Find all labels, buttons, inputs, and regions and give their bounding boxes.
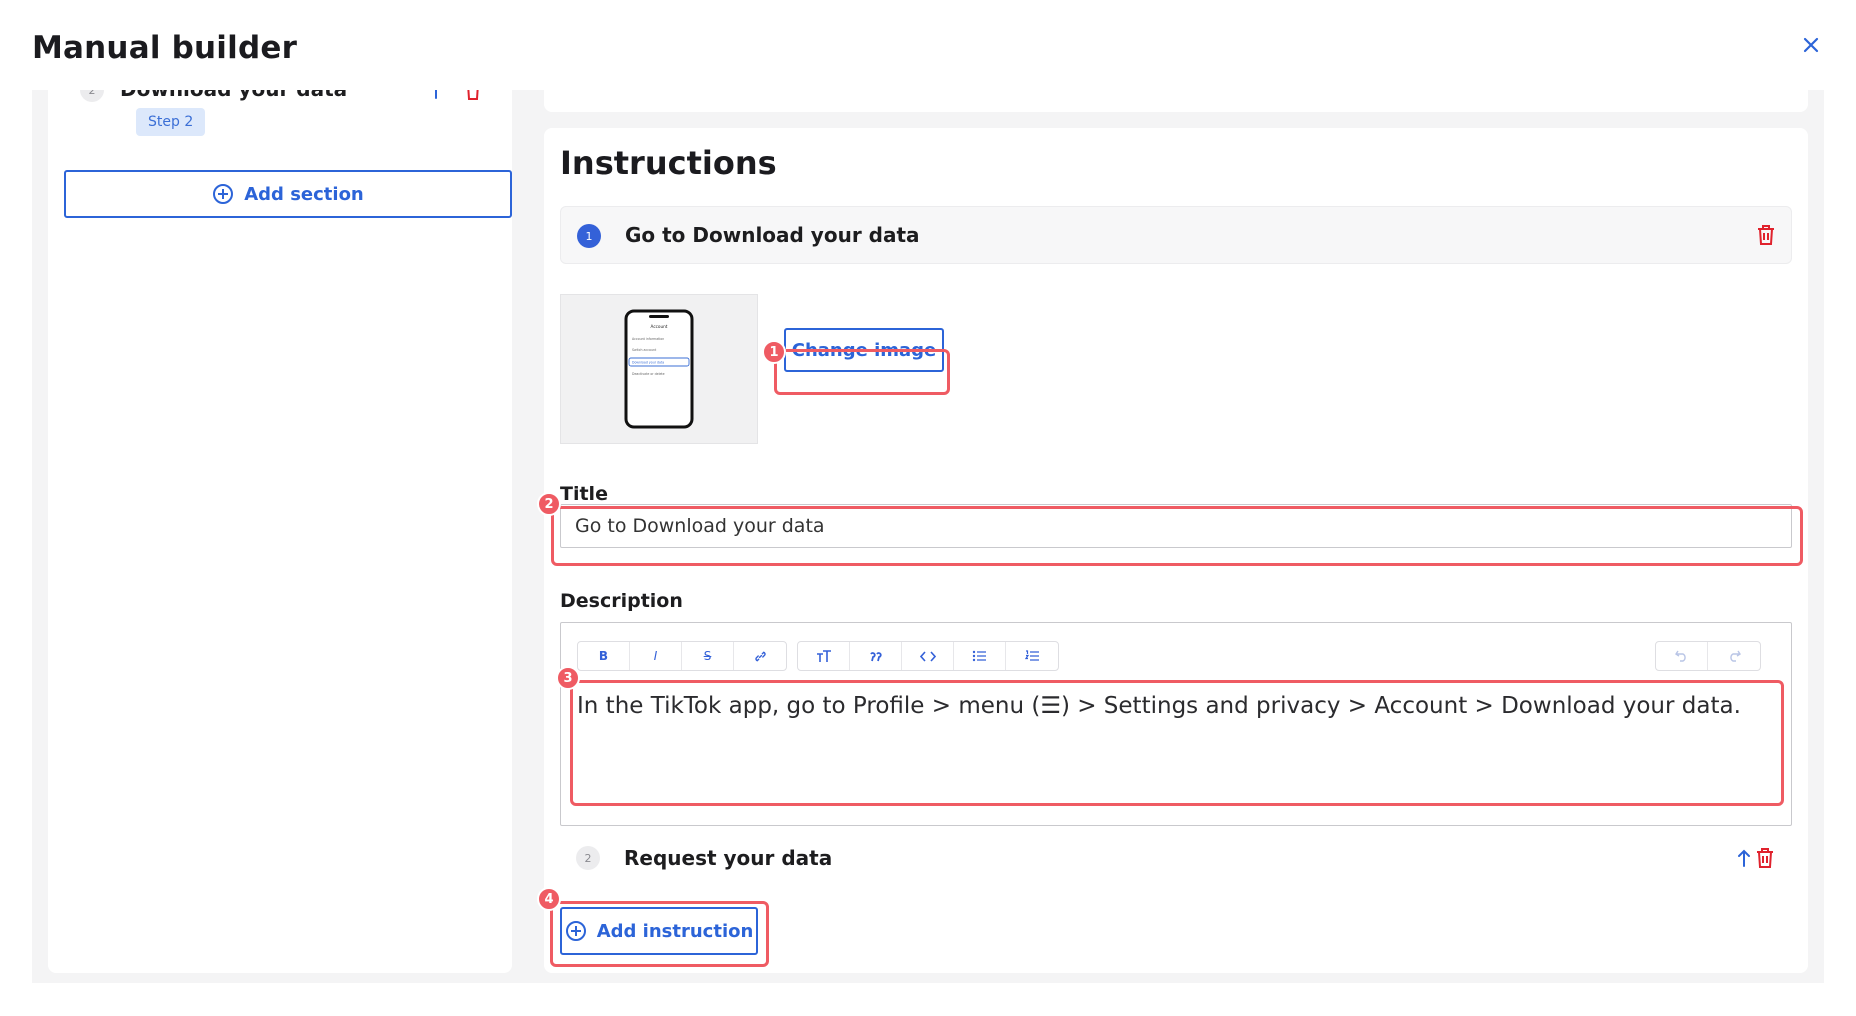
- bullet-list-button[interactable]: [954, 642, 1006, 670]
- quote-button[interactable]: [850, 642, 902, 670]
- instruction-header-1[interactable]: 1 Go to Download your data: [560, 206, 1792, 264]
- add-section-button[interactable]: Add section: [64, 170, 512, 218]
- code-button[interactable]: [902, 642, 954, 670]
- strike-button[interactable]: S: [682, 642, 734, 670]
- trash-icon[interactable]: [464, 90, 482, 102]
- trash-icon[interactable]: [1754, 846, 1776, 870]
- bold-label: B: [598, 649, 609, 663]
- previous-card: [544, 90, 1808, 112]
- heading-button[interactable]: [798, 642, 850, 670]
- history-toolbar: [1655, 641, 1761, 671]
- modal-title: Manual builder: [32, 30, 298, 66]
- quote-icon: [869, 651, 882, 661]
- title-input[interactable]: [560, 504, 1792, 548]
- link-icon: [754, 651, 766, 661]
- trash-icon[interactable]: [1755, 223, 1777, 247]
- instruction-number: 1: [577, 224, 601, 248]
- title-label: Title: [560, 483, 608, 505]
- block-toolbar: [797, 641, 1059, 671]
- description-editor[interactable]: B I S In the TikTok app, go to Profile >…: [560, 622, 1792, 826]
- step-number: 2: [80, 90, 104, 102]
- description-label: Description: [560, 590, 683, 612]
- add-section-label: Add section: [244, 183, 364, 205]
- add-instruction-button[interactable]: Add instruction: [560, 907, 758, 955]
- instruction-image: Account Account information Switch accou…: [560, 294, 758, 444]
- undo-button[interactable]: [1656, 642, 1708, 670]
- arrow-up-icon[interactable]: [1736, 846, 1752, 870]
- step-title: Download your data: [120, 90, 347, 101]
- text-size-icon: [816, 649, 831, 662]
- redo-button[interactable]: [1708, 642, 1760, 670]
- instruction-title: Go to Download your data: [625, 223, 920, 247]
- format-toolbar: B I S: [577, 641, 787, 671]
- phone-item: Account information: [632, 337, 664, 341]
- phone-item: Deactivate or delete: [632, 372, 665, 376]
- ordered-list-icon: [1024, 650, 1039, 661]
- close-icon[interactable]: [1802, 36, 1820, 54]
- instruction-title: Request your data: [624, 846, 833, 870]
- change-image-button[interactable]: Change image: [784, 328, 944, 372]
- phone-preview-image: Account Account information Switch accou…: [624, 309, 694, 429]
- phone-item: Switch account: [632, 348, 657, 352]
- arrow-up-icon[interactable]: [428, 90, 444, 102]
- add-instruction-label: Add instruction: [596, 920, 754, 942]
- step-badge: Step 2: [136, 108, 206, 136]
- undo-icon: [1675, 650, 1686, 662]
- bullet-list-icon: [972, 650, 986, 662]
- sections-panel: 2 Download your data Step 2 Add section: [48, 90, 512, 973]
- link-button[interactable]: [734, 642, 786, 670]
- instruction-header-2[interactable]: 2 Request your data: [560, 836, 1792, 880]
- bold-button[interactable]: B: [578, 642, 630, 670]
- phone-header: Account: [651, 324, 668, 329]
- ordered-list-button[interactable]: [1006, 642, 1058, 670]
- close-button[interactable]: [1796, 30, 1826, 60]
- instruction-number: 2: [576, 846, 600, 870]
- description-text[interactable]: In the TikTok app, go to Profile > menu …: [577, 691, 1775, 721]
- section-step-row[interactable]: 2 Download your data: [80, 90, 480, 102]
- code-icon: [919, 650, 936, 662]
- italic-button[interactable]: I: [630, 642, 682, 670]
- italic-label: I: [653, 649, 658, 663]
- instructions-card: Instructions 1 Go to Download your data …: [544, 128, 1808, 973]
- phone-item-highlight: Download your data: [632, 361, 664, 365]
- instructions-heading: Instructions: [560, 144, 777, 182]
- builder-canvas: 2 Download your data Step 2 Add section …: [32, 90, 1824, 983]
- plus-circle-icon: [565, 921, 586, 941]
- redo-icon: [1729, 650, 1741, 662]
- plus-circle-icon: [213, 184, 234, 204]
- strike-label: S: [703, 649, 712, 663]
